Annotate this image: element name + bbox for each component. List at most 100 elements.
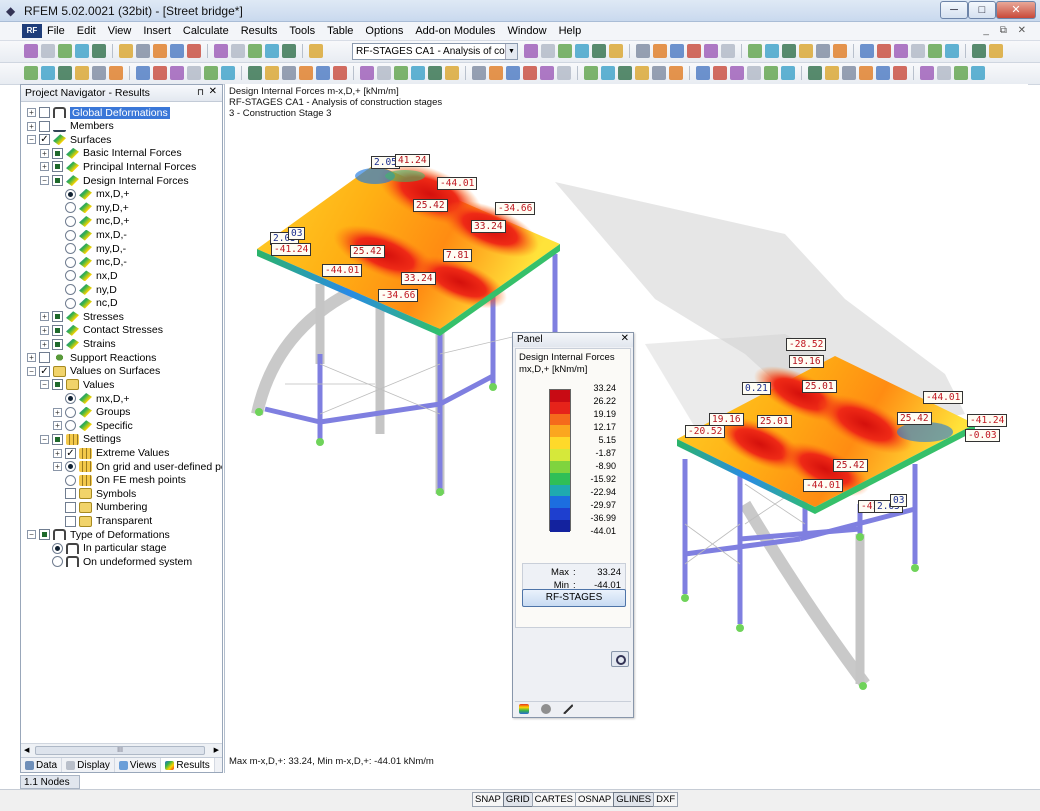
close-button[interactable]: ✕ xyxy=(996,1,1036,19)
results-tool-icon[interactable] xyxy=(377,66,391,80)
tree-item-members[interactable]: + Members xyxy=(27,120,114,133)
results-tool-icon[interactable] xyxy=(58,66,72,80)
standard-tool-icon[interactable] xyxy=(92,44,106,58)
tree-item-surfaces[interactable]: − ✓ Surfaces xyxy=(27,133,111,146)
standard-tool-icon[interactable] xyxy=(58,44,72,58)
radio-button[interactable] xyxy=(52,542,63,554)
expand-icon[interactable]: + xyxy=(53,448,62,458)
menu-options[interactable]: Options xyxy=(364,25,404,37)
tree-item-on-fe-mesh-points[interactable]: On FE mesh points xyxy=(53,474,186,487)
checkbox[interactable] xyxy=(65,501,76,513)
checkbox[interactable] xyxy=(52,311,63,323)
collapse-icon[interactable]: − xyxy=(40,176,49,186)
standard-tool-icon[interactable] xyxy=(799,44,813,58)
results-tool-icon[interactable] xyxy=(41,66,55,80)
expand-icon[interactable]: + xyxy=(27,108,36,117)
standard-tool-icon[interactable] xyxy=(592,44,606,58)
expand-icon[interactable]: + xyxy=(53,407,62,417)
checkbox[interactable] xyxy=(65,488,76,500)
standard-tool-icon[interactable] xyxy=(575,44,589,58)
results-tool-icon[interactable] xyxy=(859,66,873,80)
snap-button[interactable]: SNAP xyxy=(472,792,504,807)
pin-icon[interactable]: ⊓ xyxy=(197,87,204,98)
chevron-down-icon[interactable]: ▼ xyxy=(505,44,517,59)
standard-tool-icon[interactable] xyxy=(558,44,572,58)
checkbox[interactable] xyxy=(52,338,63,350)
tab-views[interactable]: Views xyxy=(115,758,162,772)
radio-button[interactable] xyxy=(65,420,76,432)
results-tool-icon[interactable] xyxy=(136,66,150,80)
glines-button[interactable]: GLINES xyxy=(613,792,655,807)
standard-tool-icon[interactable] xyxy=(136,44,150,58)
standard-tool-icon[interactable] xyxy=(833,44,847,58)
checkbox[interactable] xyxy=(39,529,50,541)
results-tool-icon[interactable] xyxy=(221,66,235,80)
results-tool-icon[interactable] xyxy=(920,66,934,80)
checkbox[interactable] xyxy=(52,161,63,173)
checkbox[interactable] xyxy=(52,433,63,445)
standard-tool-icon[interactable] xyxy=(75,44,89,58)
expand-icon[interactable]: + xyxy=(53,421,62,431)
results-tool-icon[interactable] xyxy=(489,66,503,80)
checkbox[interactable] xyxy=(52,175,63,187)
close-icon[interactable]: ✕ xyxy=(621,333,629,344)
close-icon[interactable]: ✕ xyxy=(209,86,217,97)
radio-button[interactable] xyxy=(65,202,76,214)
tree-item-values[interactable]: − Values xyxy=(40,378,114,391)
standard-tool-icon[interactable] xyxy=(748,44,762,58)
expand-icon[interactable]: + xyxy=(27,121,36,131)
tree-item-mx-d-minus[interactable]: mx,D,- xyxy=(53,229,127,242)
tree-item-nx-d[interactable]: nx,D xyxy=(53,269,118,282)
collapse-icon[interactable]: − xyxy=(40,380,49,390)
tree-item-principal-internal-forces[interactable]: + Principal Internal Forces xyxy=(40,160,196,173)
standard-tool-icon[interactable] xyxy=(911,44,925,58)
standard-tool-icon[interactable] xyxy=(214,44,228,58)
standard-tool-icon[interactable] xyxy=(670,44,684,58)
tree-item-on-grid-points[interactable]: + On grid and user-defined points xyxy=(53,460,222,473)
tree-item-settings[interactable]: − Settings xyxy=(40,433,121,446)
radio-button[interactable] xyxy=(65,243,76,255)
factors-tab-icon[interactable] xyxy=(541,704,551,714)
menu-insert[interactable]: Insert xyxy=(142,25,172,37)
results-tool-icon[interactable] xyxy=(652,66,666,80)
panel-titlebar[interactable]: Panel ✕ xyxy=(513,333,633,347)
standard-tool-icon[interactable] xyxy=(170,44,184,58)
standard-tool-icon[interactable] xyxy=(894,44,908,58)
expand-icon[interactable]: + xyxy=(40,162,49,172)
standard-tool-icon[interactable] xyxy=(877,44,891,58)
expand-icon[interactable]: + xyxy=(27,353,36,363)
results-tool-icon[interactable] xyxy=(204,66,218,80)
standard-tool-icon[interactable] xyxy=(636,44,650,58)
tab-data[interactable]: Data xyxy=(21,758,63,772)
results-tool-icon[interactable] xyxy=(696,66,710,80)
standard-tool-icon[interactable] xyxy=(721,44,735,58)
menu-calculate[interactable]: Calculate xyxy=(182,25,230,37)
tree-item-specific[interactable]: + Specific xyxy=(53,419,133,432)
results-tool-icon[interactable] xyxy=(584,66,598,80)
cartes-button[interactable]: CARTES xyxy=(531,792,576,807)
collapse-icon[interactable]: − xyxy=(27,530,36,540)
results-tool-icon[interactable] xyxy=(937,66,951,80)
standard-tool-icon[interactable] xyxy=(248,44,262,58)
tree-item-my-d-plus[interactable]: my,D,+ xyxy=(53,201,129,214)
app-icon[interactable]: ◆ xyxy=(6,4,20,18)
tree-item-symbols[interactable]: Symbols xyxy=(53,487,136,500)
results-tool-icon[interactable] xyxy=(730,66,744,80)
results-tool-icon[interactable] xyxy=(635,66,649,80)
standard-tool-icon[interactable] xyxy=(609,44,623,58)
tree-item-design-internal-forces[interactable]: − Design Internal Forces xyxy=(40,174,189,187)
standard-tool-icon[interactable] xyxy=(541,44,555,58)
results-tool-icon[interactable] xyxy=(557,66,571,80)
document-icon[interactable]: RF xyxy=(22,24,42,38)
tree-item-global-deformations[interactable]: + Global Deformations xyxy=(27,105,171,120)
checkbox[interactable] xyxy=(39,352,50,364)
scroll-right-icon[interactable]: ▶ xyxy=(214,746,219,754)
standard-tool-icon[interactable] xyxy=(231,44,245,58)
tree-item-stresses[interactable]: + Stresses xyxy=(40,310,124,323)
standard-tool-icon[interactable] xyxy=(524,44,538,58)
horizontal-scrollbar[interactable]: ◀ III ▶ xyxy=(21,743,222,757)
results-tool-icon[interactable] xyxy=(109,66,123,80)
tree-item-nc-d[interactable]: nc,D xyxy=(53,297,118,310)
standard-tool-icon[interactable] xyxy=(153,44,167,58)
tree-item-groups[interactable]: + Groups xyxy=(53,406,130,419)
